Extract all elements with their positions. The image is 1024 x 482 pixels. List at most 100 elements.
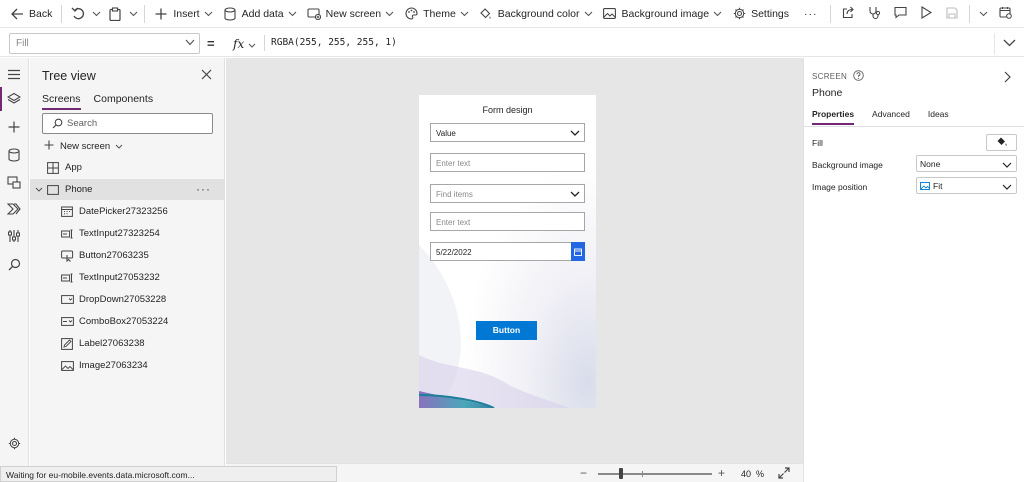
tree-item-control[interactable]: TextInput27053232 [30, 267, 225, 288]
zoom-in-button[interactable]: + [718, 466, 725, 480]
tab-properties[interactable]: Properties [812, 109, 855, 125]
preview-button[interactable] [913, 0, 939, 28]
advanced-tools-icon[interactable] [6, 228, 22, 244]
background-image-button[interactable]: Background image [598, 0, 728, 28]
chevron-down-icon [115, 141, 123, 152]
hamburger-menu-icon[interactable] [6, 66, 22, 82]
new-screen-button[interactable]: New screen [44, 140, 123, 153]
expand-formula-button[interactable] [994, 33, 1024, 55]
back-label: Back [29, 7, 53, 20]
text-input-control[interactable]: Enter text [430, 212, 585, 231]
left-rail [0, 58, 29, 482]
chevron-down-icon [34, 184, 43, 196]
divider [804, 126, 1024, 127]
insert-button[interactable]: Insert [149, 0, 217, 28]
tree-item-control[interactable]: DropDown27053228 [30, 289, 225, 310]
help-icon[interactable] [853, 70, 864, 83]
image-icon [603, 7, 617, 21]
chevron-down-icon [185, 38, 195, 49]
tab-advanced[interactable]: Advanced [872, 109, 910, 125]
label-edit-icon [60, 337, 74, 350]
zoom-slider-thumb[interactable] [618, 468, 623, 479]
media-icon[interactable] [6, 174, 22, 190]
kind-label: SCREEN [812, 72, 848, 81]
tree-item-label: App [65, 162, 82, 173]
button-icon [60, 250, 74, 262]
date-picker-control[interactable]: 5/22/2022 [430, 242, 585, 261]
add-data-label: Add data [241, 7, 284, 20]
dropdown-control[interactable]: Value [430, 123, 585, 142]
theme-label: Theme [423, 7, 456, 20]
undo-menu-button[interactable] [90, 0, 103, 28]
comments-button[interactable] [887, 0, 913, 28]
plus-icon [44, 140, 54, 153]
theme-button[interactable]: Theme [399, 0, 474, 28]
separator [969, 5, 970, 23]
chevron-down-icon [204, 8, 213, 20]
chevron-down-icon [129, 8, 138, 20]
tree-item-control[interactable]: Button27063235 [30, 245, 225, 266]
background-color-button[interactable]: Background color [474, 0, 598, 28]
tree-item-control[interactable]: Image27063234 [30, 355, 225, 376]
chevron-down-icon [1002, 182, 1012, 192]
tree-item-control[interactable]: DatePicker27323256 [30, 201, 225, 222]
gear-icon[interactable] [6, 435, 22, 451]
tree-item-app[interactable]: App [30, 157, 225, 178]
tree-item-control[interactable]: ComboBox27053224 [30, 311, 225, 332]
tree-item-label: TextInput27053232 [79, 272, 160, 283]
app-icon [46, 161, 60, 174]
undo-button[interactable] [66, 0, 90, 28]
power-automate-icon[interactable] [6, 201, 22, 217]
tree-item-control[interactable]: TextInput27323254 [30, 223, 225, 244]
more-commands-button[interactable]: ··· [794, 0, 826, 28]
save-menu-button[interactable] [974, 0, 992, 28]
palette-icon [404, 7, 418, 21]
publish-button[interactable] [992, 0, 1018, 28]
calendar-icon[interactable] [571, 242, 585, 261]
text-input-control[interactable]: Enter text [430, 153, 585, 172]
image-position-label: Image position [812, 182, 868, 192]
more-label: ··· [804, 7, 818, 20]
tab-components[interactable]: Components [94, 93, 154, 110]
text-input-placeholder: Enter text [436, 159, 471, 168]
zoom-out-button[interactable]: − [580, 466, 587, 480]
share-button[interactable] [835, 0, 861, 28]
background-image-dropdown[interactable]: None [916, 155, 1017, 172]
tree-item-label: TextInput27323254 [79, 228, 160, 239]
app-checker-button[interactable] [861, 0, 887, 28]
fill-color-button[interactable] [986, 134, 1017, 151]
text-input-icon [60, 228, 74, 240]
tree-view-layers-icon[interactable] [0, 87, 22, 111]
fit-to-window-button[interactable] [778, 467, 790, 482]
formula-input[interactable]: RGBA(255, 255, 255, 1) [271, 37, 397, 48]
phone-screen-preview[interactable]: Form design Value Enter text Find items … [419, 95, 596, 408]
new-screen-button[interactable]: New screen [302, 0, 399, 28]
search-icon[interactable] [6, 256, 22, 272]
property-dropdown[interactable]: Fill [9, 33, 200, 54]
back-arrow-icon [10, 7, 24, 21]
fx-button[interactable]: fx [233, 33, 256, 54]
close-icon[interactable] [201, 69, 213, 81]
date-value: 5/22/2022 [436, 248, 472, 257]
tree-search-input[interactable]: Search [42, 113, 213, 134]
tab-screens[interactable]: Screens [42, 93, 81, 110]
data-icon[interactable] [6, 147, 22, 163]
paste-menu-button[interactable] [127, 0, 140, 28]
save-button[interactable] [939, 0, 965, 28]
combobox-control[interactable]: Find items [430, 184, 585, 203]
formula-bar: Fill = fx RGBA(255, 255, 255, 1) [0, 29, 1024, 57]
tree-item-control[interactable]: Label27063238 [30, 333, 225, 354]
back-button[interactable]: Back [0, 0, 57, 28]
settings-button[interactable]: Settings [727, 0, 794, 28]
chevron-down-icon [584, 8, 593, 20]
more-options-button[interactable]: ··· [196, 182, 211, 196]
zoom-slider[interactable] [598, 473, 712, 475]
paste-button[interactable] [103, 0, 127, 28]
chevron-right-icon[interactable] [1004, 71, 1011, 86]
insert-plus-icon[interactable] [6, 119, 22, 135]
image-position-dropdown[interactable]: Fit [916, 177, 1017, 194]
tab-ideas[interactable]: Ideas [928, 109, 949, 125]
add-data-button[interactable]: Add data [218, 0, 302, 28]
tree-item-phone-screen[interactable]: Phone ··· [30, 179, 225, 200]
form-button[interactable]: Button [476, 321, 537, 340]
